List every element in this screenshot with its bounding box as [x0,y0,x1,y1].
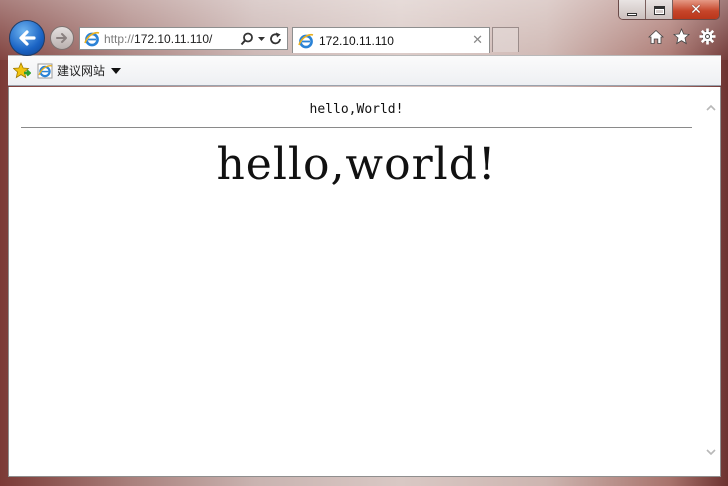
chevron-down-icon [111,67,122,74]
suggested-sites-label: 建议网站 [57,64,106,78]
search-icon[interactable] [240,32,254,46]
suggested-sites-button[interactable]: 建议网站 [37,62,122,79]
new-tab-button[interactable] [492,27,519,52]
minimize-icon [627,12,637,16]
ie-page-icon [84,31,100,46]
back-button[interactable] [9,20,45,56]
back-arrow-icon [19,30,36,46]
scroll-down-icon[interactable] [706,447,716,457]
maximize-button[interactable] [646,0,673,19]
dropdown-arrow-icon[interactable] [258,32,265,46]
gear-icon[interactable] [699,28,716,45]
maximize-icon [653,5,665,15]
page-heading-small: hello,World! [309,102,404,117]
address-bar[interactable]: http://172.10.11.110/ [79,27,288,50]
address-url: http://172.10.11.110/ [104,32,222,46]
forward-arrow-icon [56,33,67,43]
refresh-icon[interactable] [269,32,283,46]
close-icon: ✕ [690,2,702,18]
command-icons [648,28,716,45]
window-caption-buttons: ✕ [618,0,720,20]
scroll-up-icon[interactable] [706,103,716,113]
address-host: 172.10.11.110/ [134,31,213,46]
favorites-bar: 建议网站 [8,55,721,86]
ie-site-icon [37,63,53,78]
add-favorites-icon[interactable] [13,61,31,80]
home-icon[interactable] [648,29,664,45]
address-protocol: http:// [104,31,135,46]
star-icon[interactable] [673,28,690,45]
horizontal-rule [21,127,692,128]
vertical-scrollbar[interactable] [703,87,720,475]
tab-title: 172.10.11.110 [319,33,394,48]
ie-tab-icon [298,33,314,48]
tab-close-icon[interactable]: ✕ [472,33,483,48]
tab-active[interactable]: 172.10.11.110 ✕ [292,27,490,53]
forward-button[interactable] [50,26,74,50]
page-content: hello,World! hello,world! [8,87,721,477]
page-heading-large: hello,world! [216,139,497,190]
minimize-button[interactable] [619,0,646,19]
close-window-button[interactable]: ✕ [673,0,719,19]
